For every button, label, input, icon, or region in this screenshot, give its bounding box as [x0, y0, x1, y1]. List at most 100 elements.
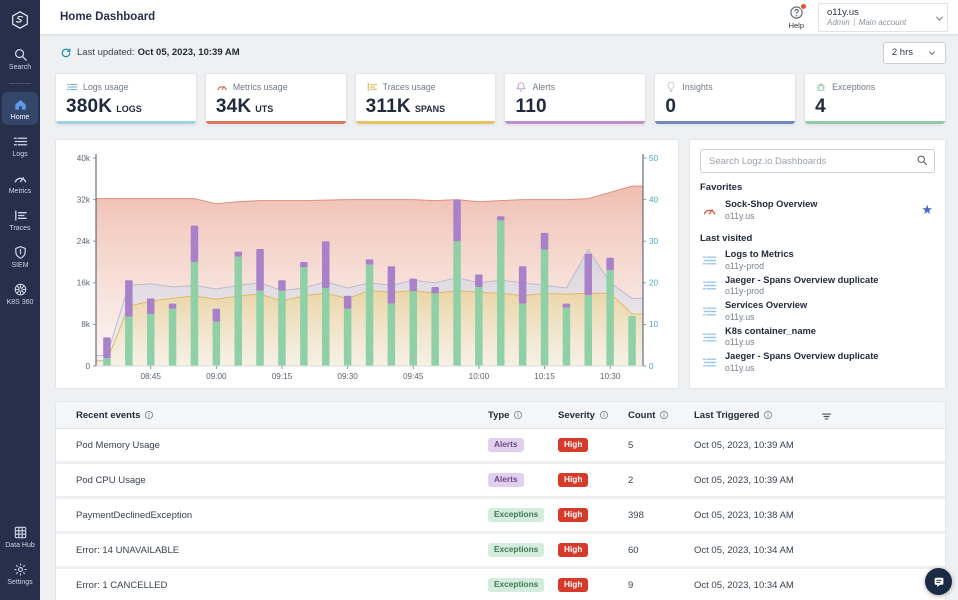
svg-text:0: 0 [85, 362, 90, 371]
search-input[interactable] [700, 149, 935, 173]
event-name: Pod CPU Usage [76, 474, 146, 486]
search-icon [13, 47, 28, 62]
favorite-dashboard-item[interactable]: Sock-Shop Overview o11y.us ★ [700, 197, 935, 224]
recent-events-table: Recent events Type Severity Count Last T… [55, 401, 946, 600]
sidebar-item-metrics[interactable]: Metrics [2, 166, 38, 199]
column-header[interactable]: Last Triggered [694, 410, 864, 421]
settings-icon [13, 562, 28, 577]
k8s-icon [13, 282, 28, 297]
column-header[interactable]: Count [628, 410, 694, 421]
last-visited-item[interactable]: Jaeger - Spans Overview duplicate o11y.u… [700, 350, 935, 376]
svg-text:40: 40 [649, 195, 659, 204]
svg-text:10:15: 10:15 [534, 372, 555, 381]
help-icon [789, 2, 807, 20]
info-icon[interactable] [599, 410, 609, 420]
last-updated-label: Last updated: [77, 47, 135, 58]
column-label: Type [488, 409, 510, 421]
traces-icon [13, 208, 28, 223]
svg-text:32k: 32k [77, 195, 91, 204]
svg-text:10:30: 10:30 [600, 372, 621, 381]
svg-text:10: 10 [649, 320, 659, 329]
event-count: 9 [628, 579, 634, 591]
stat-value: 4 [815, 96, 826, 117]
stat-card-exceptions[interactable]: Exceptions 4 [804, 73, 946, 125]
svg-text:08:45: 08:45 [140, 372, 161, 381]
stat-card-traces-usage[interactable]: Traces usage 311K SPANS [354, 73, 497, 125]
account-selector[interactable]: o11y.us Admin Main account [818, 2, 948, 32]
stat-card-metrics-usage[interactable]: Metrics usage 34K UTS [204, 73, 347, 125]
data-hub-icon [13, 525, 28, 540]
stat-unit: LOGS [116, 104, 142, 114]
table-row[interactable]: PaymentDeclinedException Exceptions High… [56, 499, 945, 534]
card-accent-bar [355, 121, 496, 124]
stat-value: 34K [215, 96, 252, 117]
event-name: Error: 1 CANCELLED [76, 579, 168, 591]
sidebar-item-traces[interactable]: Traces [2, 203, 38, 236]
sidebar-item-search[interactable]: Search [2, 42, 38, 75]
sidebar-divider [9, 83, 31, 84]
chat-widget-button[interactable] [925, 568, 952, 595]
time-range-select[interactable]: 2 hrs [882, 41, 946, 64]
event-count: 2 [628, 474, 634, 486]
event-last-triggered: Oct 05, 2023, 10:39 AM [694, 439, 794, 451]
dashboard-account: o11y-prod [725, 260, 764, 271]
dashboard-account: o11y.us [725, 337, 755, 348]
info-icon[interactable] [513, 410, 523, 420]
dashboard-title: K8s container_name [725, 325, 816, 336]
svg-text:09:45: 09:45 [403, 372, 424, 381]
dashboard-logs-icon [702, 278, 717, 293]
dashboard-middle-row: 0 8k 16k 24k 32k 40k 0 10 20 30 40 50 08:45 09:00 09:1… [40, 125, 958, 389]
table-row[interactable]: Pod CPU Usage Alerts High 2 Oct 05, 2023… [56, 464, 945, 499]
last-visited-item[interactable]: Services Overview o11y.us [700, 299, 935, 325]
metrics-icon [216, 81, 228, 93]
top-header: Home Dashboard Help o11y.us Admin Main a… [40, 0, 958, 34]
star-icon[interactable]: ★ [921, 202, 933, 218]
column-header[interactable]: Type [488, 410, 558, 421]
event-name: Error: 14 UNAVAILABLE [76, 544, 180, 556]
account-type: Main account [858, 17, 907, 27]
svg-text:20: 20 [649, 279, 659, 288]
column-header[interactable]: Severity [558, 410, 628, 421]
severity-badge: High [558, 473, 589, 487]
table-row[interactable]: Error: 1 CANCELLED Exceptions High 9 Oct… [56, 569, 945, 600]
dashboards-panel: Favorites Sock-Shop Overview o11y.us ★ L… [689, 139, 946, 389]
svg-text:24k: 24k [77, 237, 91, 246]
filter-icon[interactable] [820, 410, 833, 423]
info-icon[interactable] [144, 410, 154, 420]
stat-card-insights[interactable]: Insights 0 [654, 73, 797, 125]
table-row[interactable]: Pod Memory Usage Alerts High 5 Oct 05, 2… [56, 429, 945, 464]
sidebar-item-logs[interactable]: Logs [2, 129, 38, 162]
type-badge: Exceptions [488, 543, 545, 557]
stat-card-alerts[interactable]: Alerts 110 [504, 73, 647, 125]
stat-cards-row: Logs usage 380K LOGS Metrics usage 34K U… [40, 71, 958, 125]
usage-chart-card: 0 8k 16k 24k 32k 40k 0 10 20 30 40 50 08:45 09:00 09:1… [55, 139, 679, 389]
sidebar-item-data-hub[interactable]: Data Hub [2, 520, 38, 553]
last-visited-item[interactable]: Logs to Metrics o11y-prod [700, 248, 935, 274]
dashboard-title: Sock-Shop Overview [725, 199, 818, 209]
last-visited-item[interactable]: K8s container_name o11y.us [700, 324, 935, 350]
last-visited-item[interactable]: Jaeger - Spans Overview duplicate o11y-p… [700, 273, 935, 299]
sidebar-item-k8s-360[interactable]: K8S 360 [2, 277, 38, 310]
sidebar-item-siem[interactable]: SIEM [2, 240, 38, 273]
help-button[interactable]: Help [789, 2, 807, 30]
account-role: Admin [827, 17, 850, 27]
svg-text:10:00: 10:00 [469, 372, 490, 381]
type-badge: Alerts [488, 438, 524, 452]
dashboard-title: Services Overview [725, 300, 808, 311]
info-icon[interactable] [763, 410, 773, 420]
traces-icon [366, 81, 378, 93]
card-accent-bar [205, 121, 346, 124]
stat-card-logs-usage[interactable]: Logs usage 380K LOGS [55, 73, 197, 125]
info-icon[interactable] [659, 410, 669, 420]
table-header: Recent events Type Severity Count Last T… [56, 402, 945, 429]
home-icon [13, 97, 28, 112]
table-row[interactable]: Error: 14 UNAVAILABLE Exceptions High 60… [56, 534, 945, 569]
sidebar-item-home[interactable]: Home [2, 92, 38, 125]
dashboard-account: o11y-prod [725, 286, 764, 297]
column-header[interactable]: Recent events [76, 410, 488, 421]
stat-value: 0 [665, 96, 677, 117]
refresh-icon[interactable] [60, 47, 72, 59]
logzio-logo-icon[interactable] [10, 10, 30, 30]
sidebar-item-settings[interactable]: Settings [2, 557, 38, 590]
notification-dot [799, 2, 807, 10]
